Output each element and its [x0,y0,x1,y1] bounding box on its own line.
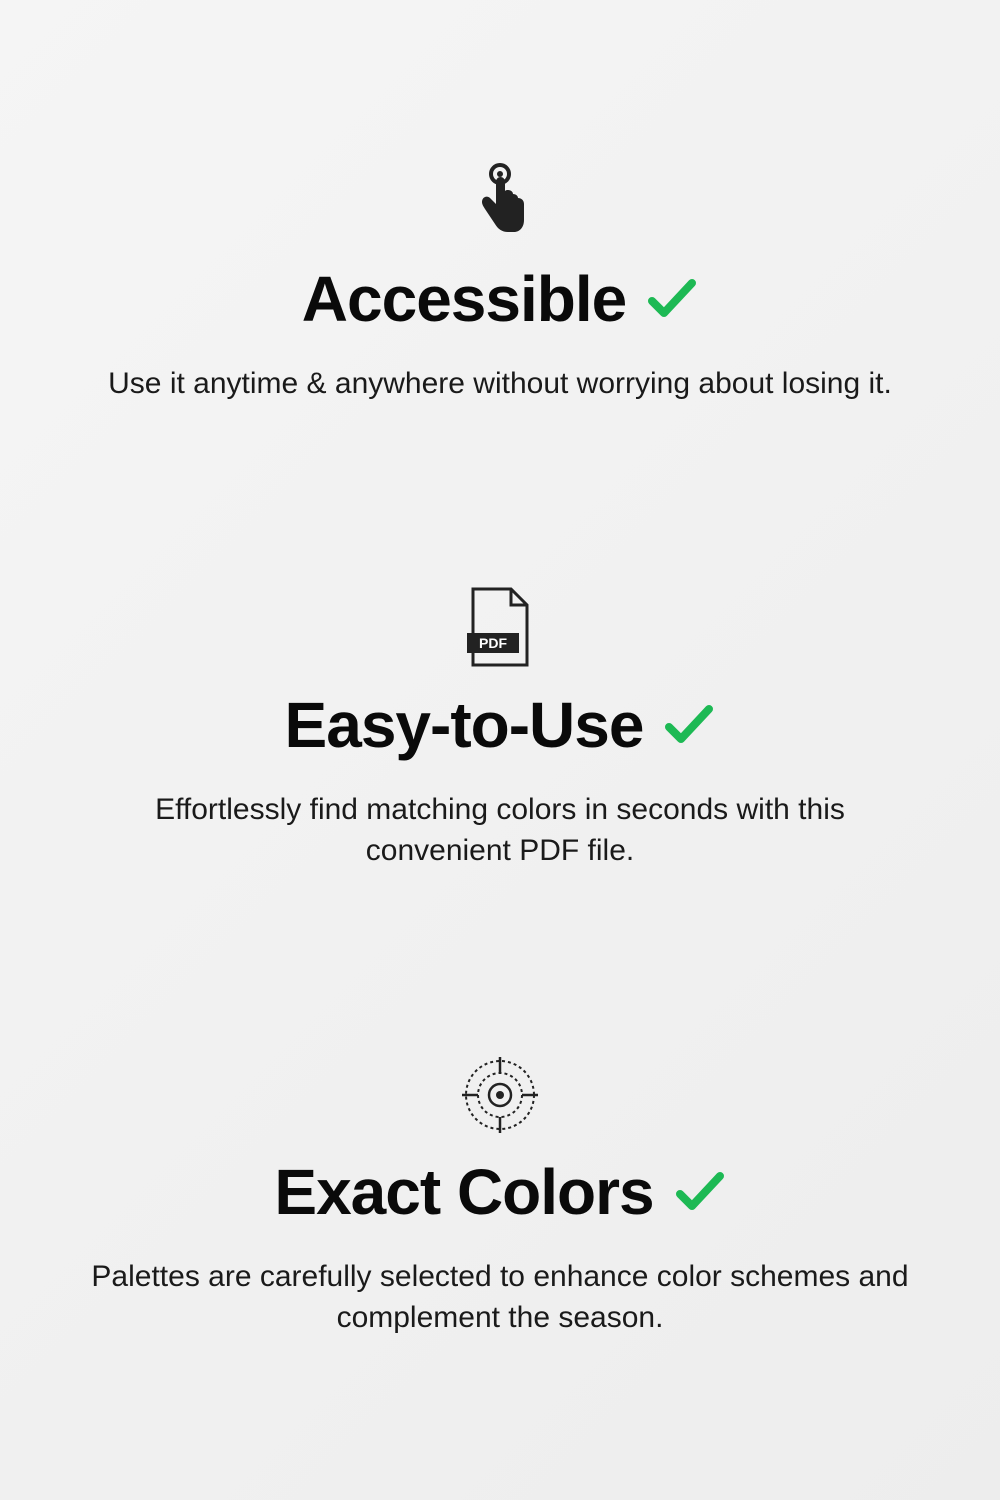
svg-text:PDF: PDF [479,635,507,651]
feature-description: Effortlessly find matching colors in sec… [90,790,910,871]
title-row: Accessible [302,262,698,336]
feature-title: Accessible [302,262,626,336]
feature-description: Palettes are carefully selected to enhan… [90,1257,910,1338]
feature-accessible: Accessible Use it anytime & anywhere wit… [60,162,940,405]
feature-title: Exact Colors [274,1155,653,1229]
feature-exact-colors: Exact Colors Palettes are carefully sele… [60,1055,940,1338]
target-icon [462,1055,538,1135]
feature-title: Easy-to-Use [285,688,644,762]
feature-description: Use it anytime & anywhere without worryi… [108,364,892,405]
checkmark-icon [674,1166,726,1218]
pdf-icon: PDF [465,588,535,668]
checkmark-icon [663,699,715,751]
feature-easy-to-use: PDF Easy-to-Use Effortlessly find matchi… [60,588,940,871]
title-row: Easy-to-Use [285,688,716,762]
touch-icon [470,162,530,242]
checkmark-icon [646,273,698,325]
title-row: Exact Colors [274,1155,725,1229]
